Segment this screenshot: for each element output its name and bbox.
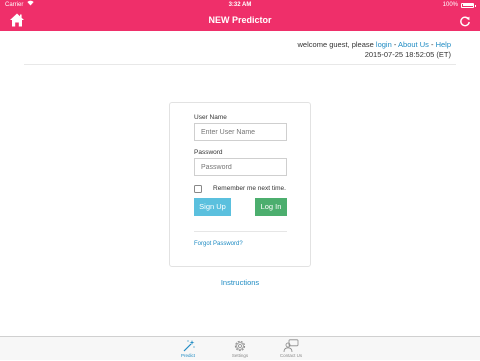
- status-time: 3:32 AM: [228, 2, 252, 8]
- tab-bar: Predict Settings Contact Us: [0, 336, 480, 360]
- tab-label: Settings: [231, 353, 249, 358]
- remember-me-checkbox[interactable]: [194, 185, 202, 193]
- tab-predict[interactable]: Predict: [165, 337, 211, 361]
- home-button[interactable]: [9, 12, 25, 28]
- login-link[interactable]: login: [376, 40, 392, 49]
- password-input[interactable]: [194, 158, 287, 176]
- help-link[interactable]: Help: [436, 40, 451, 49]
- instructions-link[interactable]: Instructions: [0, 278, 480, 287]
- card-divider: [194, 231, 287, 232]
- username-label: User Name: [194, 114, 227, 121]
- current-datetime: 2015-07-25 18:52:05 (ET): [364, 50, 451, 59]
- refresh-button[interactable]: [459, 14, 471, 27]
- password-label: Password: [194, 149, 223, 156]
- tab-contact-us[interactable]: Contact Us: [268, 337, 314, 361]
- gear-icon: [234, 340, 246, 352]
- header-divider: [24, 64, 456, 65]
- tab-label: Contact Us: [279, 353, 303, 358]
- battery-fill: [462, 4, 473, 6]
- tab-settings[interactable]: Settings: [217, 337, 263, 361]
- separator: -: [428, 40, 436, 49]
- magic-wand-icon: [183, 340, 195, 352]
- username-input[interactable]: [194, 123, 287, 141]
- page-title: NEW Predictor: [208, 15, 272, 25]
- about-us-link[interactable]: About Us: [398, 40, 429, 49]
- remember-me-label: Remember me next time.: [213, 185, 286, 192]
- log-in-button[interactable]: Log In: [255, 198, 287, 216]
- home-icon: [10, 13, 24, 27]
- battery-percent: 100%: [442, 2, 458, 8]
- tab-label: Predict: [180, 353, 195, 358]
- status-bar: Carrier 3:32 AM 100%: [0, 0, 480, 10]
- battery-icon: [461, 2, 476, 8]
- refresh-icon: [460, 16, 470, 27]
- welcome-line: welcome guest, please login - About Us -…: [298, 40, 451, 50]
- login-card: User Name Password Remember me next time…: [169, 102, 311, 267]
- forgot-password-link[interactable]: Forgot Password?: [194, 241, 243, 247]
- contact-icon: [283, 339, 299, 353]
- welcome-text: welcome guest, please: [297, 40, 376, 49]
- nav-bar: NEW Predictor: [0, 10, 480, 31]
- sign-up-button[interactable]: Sign Up: [194, 198, 231, 216]
